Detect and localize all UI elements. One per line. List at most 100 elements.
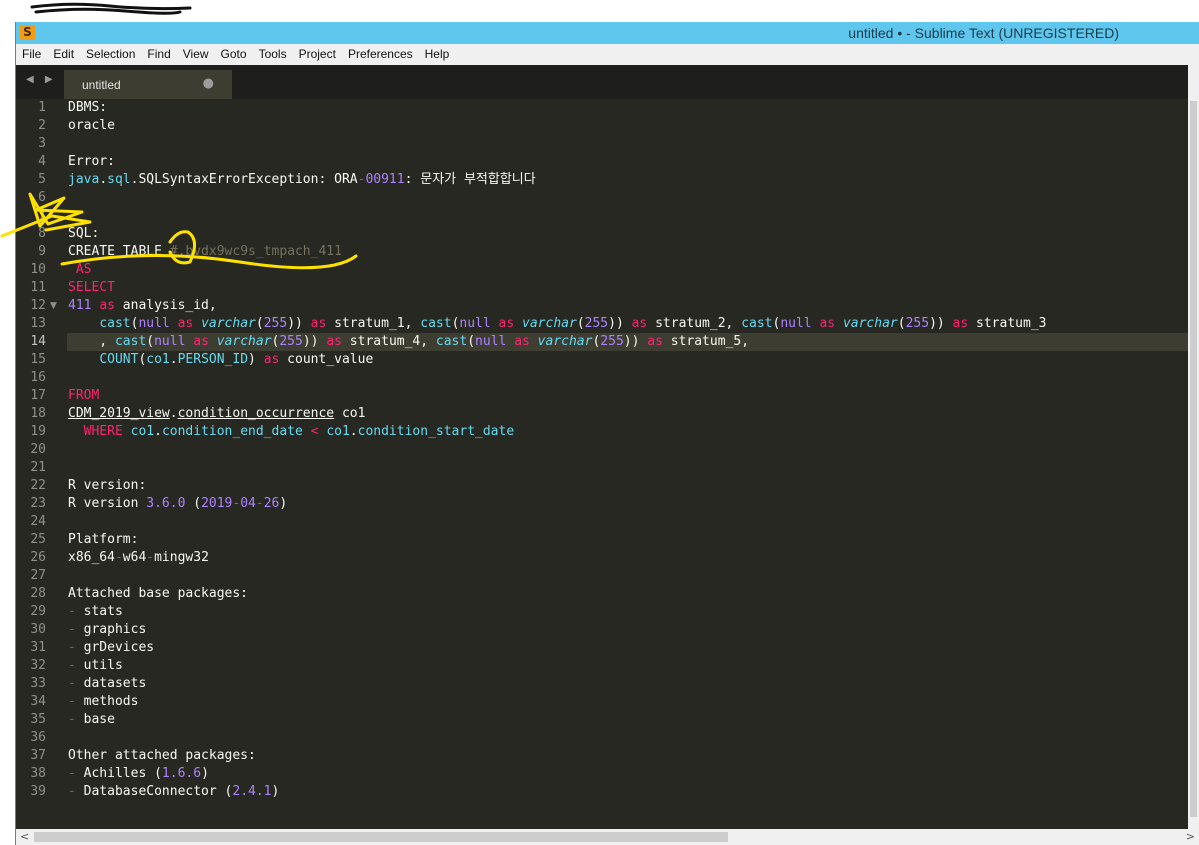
code-line[interactable]: 9 CREATE TABLE #.bvdx9wc9s_tmpach_411 [16, 243, 1199, 261]
code-token: co1 [334, 406, 366, 421]
code-line[interactable]: 5 java.sql.SQLSyntaxErrorException: ORA-0… [16, 171, 1199, 189]
code-line[interactable]: 39 - DatabaseConnector (2.4.1) [16, 783, 1199, 801]
menu-selection[interactable]: Selection [80, 44, 141, 65]
code-text: - utils [67, 657, 1199, 675]
line-number: 3 [38, 136, 46, 151]
menu-preferences[interactable]: Preferences [342, 44, 419, 65]
code-text: Attached base packages: [67, 585, 1199, 603]
code-token: - [68, 712, 76, 727]
code-token: ( [146, 334, 155, 349]
code-token: SQL: [68, 226, 100, 241]
code-line[interactable]: 2 oracle [16, 117, 1199, 135]
code-token: DatabaseConnector ( [75, 784, 233, 799]
code-line[interactable]: 29 - stats [16, 603, 1199, 621]
code-token: )) [287, 316, 311, 331]
vertical-scrollbar[interactable] [1188, 65, 1199, 829]
code-line[interactable]: 8 SQL: [16, 225, 1199, 243]
code-line[interactable]: 1 DBMS: [16, 99, 1199, 117]
code-line[interactable]: 11 SELECT [16, 279, 1199, 297]
menu-project[interactable]: Project [293, 44, 342, 65]
code-text: WHERE co1.condition_end_date < co1.condi… [67, 423, 1199, 441]
code-line[interactable]: 4 Error: [16, 153, 1199, 171]
code-line[interactable]: 37 Other attached packages: [16, 747, 1199, 765]
code-text: - base [67, 711, 1199, 729]
code-line[interactable]: 36 [16, 729, 1199, 747]
code-line[interactable]: 31 - grDevices [16, 639, 1199, 657]
code-token: DBMS: [68, 100, 108, 115]
code-token: ) [271, 784, 280, 799]
scroll-left-arrow-icon[interactable]: < [20, 830, 29, 843]
code-line[interactable]: 32 - utils [16, 657, 1199, 675]
menu-view[interactable]: View [177, 44, 215, 65]
code-line[interactable]: 17 FROM [16, 387, 1199, 405]
code-line[interactable]: 34 - methods [16, 693, 1199, 711]
menu-edit[interactable]: Edit [47, 44, 80, 65]
code-token: ( [255, 316, 264, 331]
code-line[interactable]: 13 cast(null as varchar(255)) as stratum… [16, 315, 1199, 333]
code-line[interactable]: 28 Attached base packages: [16, 585, 1199, 603]
code-line[interactable]: 15 COUNT(co1.PERSON_ID) as count_value [16, 351, 1199, 369]
code-line[interactable]: 30 - graphics [16, 621, 1199, 639]
code-line[interactable]: 27 [16, 567, 1199, 585]
code-line[interactable]: 3 [16, 135, 1199, 153]
code-line[interactable]: 21 [16, 459, 1199, 477]
code-token: R version: [68, 478, 147, 493]
code-token: cast [741, 316, 773, 331]
window-title: untitled • - Sublime Text (UNREGISTERED) [848, 25, 1119, 41]
code-line[interactable]: 14 , cast(null as varchar(255)) as strat… [16, 333, 1199, 351]
code-line[interactable]: 16 [16, 369, 1199, 387]
code-line[interactable]: 23 R version 3.6.0 (2019-04-26) [16, 495, 1199, 513]
code-token: ( [467, 334, 476, 349]
title-bar[interactable]: S untitled • - Sublime Text (UNREGISTERE… [16, 22, 1199, 44]
code-line[interactable]: 19 WHERE co1.condition_end_date < co1.co… [16, 423, 1199, 441]
line-number: 28 [30, 586, 46, 601]
code-token: as [193, 334, 209, 349]
horizontal-scrollbar[interactable]: < > [16, 829, 1199, 845]
code-token: CDM_2019_view [68, 406, 170, 421]
code-text: - DatabaseConnector (2.4.1) [67, 783, 1199, 801]
line-number: 30 [30, 622, 46, 637]
menu-tools[interactable]: Tools [253, 44, 293, 65]
code-line[interactable]: 6 [16, 189, 1199, 207]
code-token: mingw32 [154, 550, 209, 565]
code-token: as [647, 334, 663, 349]
code-token: 255 [279, 334, 303, 349]
menu-help[interactable]: Help [419, 44, 456, 65]
scroll-right-arrow-icon[interactable]: > [1186, 830, 1195, 843]
tab-nav-arrows-icon[interactable]: ◀ ▶ [26, 74, 57, 85]
code-token: cast [420, 316, 452, 331]
code-editor[interactable]: 1 DBMS: 2 oracle 3 4 Error: 5 java.sql.SQLSynta… [16, 99, 1199, 829]
code-line[interactable]: 22 R version: [16, 477, 1199, 495]
unsaved-dot-icon[interactable]: ● [203, 76, 214, 91]
code-line[interactable]: 12 ▼ 411 as analysis_id, [16, 297, 1199, 315]
code-text: - stats [67, 603, 1199, 621]
tab-bar: ◀ ▶ untitled ● [16, 65, 1199, 99]
code-token: WHERE [68, 424, 123, 439]
line-number: 38 [30, 766, 46, 781]
code-token: #.bvdx9wc9s_tmpach_411 [169, 244, 342, 259]
code-line[interactable]: 7 [16, 207, 1199, 225]
code-line[interactable]: 25 Platform: [16, 531, 1199, 549]
code-line[interactable]: 33 - datasets [16, 675, 1199, 693]
menu-file[interactable]: File [16, 44, 47, 65]
code-line[interactable]: 10 AS [16, 261, 1199, 279]
line-number: 7 [38, 208, 46, 223]
code-line[interactable]: 38 - Achilles (1.6.6) [16, 765, 1199, 783]
code-token: null [154, 334, 186, 349]
menu-find[interactable]: Find [141, 44, 176, 65]
code-token: stats [75, 604, 123, 619]
code-line[interactable]: 35 - base [16, 711, 1199, 729]
horizontal-scroll-thumb[interactable] [34, 832, 728, 842]
vertical-scroll-thumb[interactable] [1190, 101, 1197, 817]
code-token: )) [623, 334, 648, 349]
code-line[interactable]: 20 [16, 441, 1199, 459]
fold-arrow-icon[interactable]: ▼ [50, 297, 57, 315]
menu-goto[interactable]: Goto [215, 44, 253, 65]
code-line[interactable]: 18 CDM_2019_view.condition_occurrence co1 [16, 405, 1199, 423]
code-token: sql [107, 172, 131, 187]
code-line[interactable]: 26 x86_64-w64-mingw32 [16, 549, 1199, 567]
code-text: , cast(null as varchar(255)) as stratum_… [67, 333, 1199, 351]
tab-untitled[interactable]: untitled ● [64, 70, 232, 99]
code-line[interactable]: 24 [16, 513, 1199, 531]
